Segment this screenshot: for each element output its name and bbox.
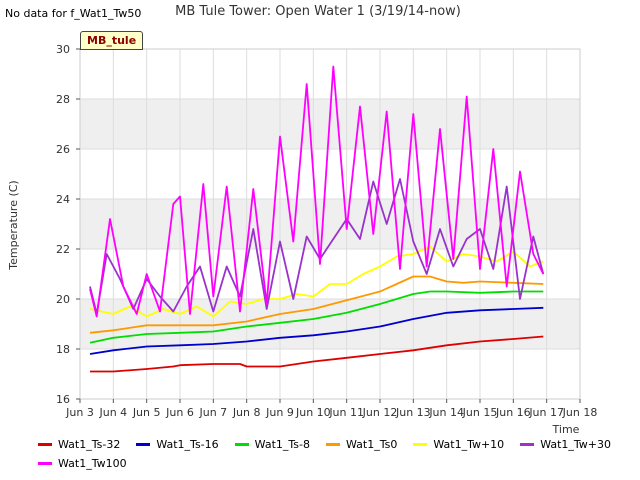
chart-title: MB Tule Tower: Open Water 1 (3/19/14-now… [175, 4, 461, 19]
plot-band [80, 49, 580, 99]
y-axis-ticks: 16 18 20 22 24 26 28 30 [56, 43, 80, 406]
site-tag: MB_tule [80, 31, 144, 50]
no-data-notice: No data for f_Wat1_Tw50 [5, 7, 142, 20]
chart: MB Tule Tower: Open Water 1 (3/19/14-now… [7, 4, 597, 436]
legend-item: Wat1_Tw100 [38, 457, 127, 470]
plot-band [80, 199, 580, 249]
x-tick-label: Jun 18 [562, 406, 598, 419]
x-tick-label: Jun 15 [462, 406, 498, 419]
y-tick-label: 18 [56, 343, 70, 356]
legend-label: Wat1_Ts-16 [156, 438, 219, 451]
chart-legend: Wat1_Ts-32 Wat1_Ts-16 Wat1_Ts-8 Wat1_Ts0 Wat… [38, 436, 638, 474]
y-tick-label: 22 [56, 243, 70, 256]
plot-band [80, 349, 580, 399]
legend-swatch [520, 443, 535, 446]
y-tick-label: 24 [56, 193, 70, 206]
x-tick-label: Jun 11 [328, 406, 364, 419]
legend-item: Wat1_Ts-8 [234, 438, 310, 451]
legend-item: Wat1_Ts0 [325, 438, 398, 451]
legend-swatch [136, 443, 151, 446]
x-tick-label: Jun 4 [98, 406, 127, 419]
x-axis-label: Time [552, 423, 580, 436]
legend-swatch [234, 443, 249, 446]
x-tick-label: Jun 16 [495, 406, 531, 419]
legend-label: Wat1_Ts-8 [254, 438, 310, 451]
legend-swatch [325, 443, 340, 446]
legend-item: Wat1_Tw+10 [413, 438, 504, 451]
legend-label: Wat1_Tw+30 [540, 438, 612, 451]
legend-item: Wat1_Ts-16 [136, 438, 219, 451]
y-tick-label: 16 [56, 393, 70, 406]
x-tick-label: Jun 9 [265, 406, 294, 419]
legend-label: Wat1_Ts-32 [58, 438, 121, 451]
legend-swatch [413, 443, 428, 446]
x-tick-label: Jun 12 [362, 406, 398, 419]
y-tick-label: 20 [56, 293, 70, 306]
y-axis-label: Temperature (C) [7, 180, 20, 270]
y-tick-label: 30 [56, 43, 70, 56]
legend-label: Wat1_Tw+10 [433, 438, 505, 451]
x-tick-label: Jun 3 [65, 406, 94, 419]
x-tick-label: Jun 7 [198, 406, 227, 419]
legend-label: Wat1_Ts0 [345, 438, 398, 451]
x-tick-label: Jun 10 [295, 406, 331, 419]
x-tick-label: Jun 5 [132, 406, 161, 419]
x-tick-label: Jun 6 [165, 406, 194, 419]
x-axis-ticks: Jun 3 Jun 4 Jun 5 Jun 6 Jun 7 Jun 8 Jun 9 Jun 1… [65, 399, 597, 419]
y-tick-label: 28 [56, 93, 70, 106]
legend-swatch [38, 443, 52, 446]
legend-label: Wat1_Tw100 [58, 457, 127, 470]
chart-stage: MB Tule Tower: Open Water 1 (3/19/14-now… [0, 0, 640, 480]
x-tick-label: Jun 14 [428, 406, 464, 419]
y-tick-label: 26 [56, 143, 70, 156]
legend-item: Wat1_Ts-32 [38, 438, 120, 451]
legend-item: Wat1_Tw+30 [520, 438, 611, 451]
x-tick-label: Jun 17 [528, 406, 564, 419]
x-tick-label: Jun 8 [232, 406, 261, 419]
x-tick-label: Jun 13 [395, 406, 431, 419]
legend-swatch [38, 462, 52, 465]
plot-band [80, 299, 580, 349]
